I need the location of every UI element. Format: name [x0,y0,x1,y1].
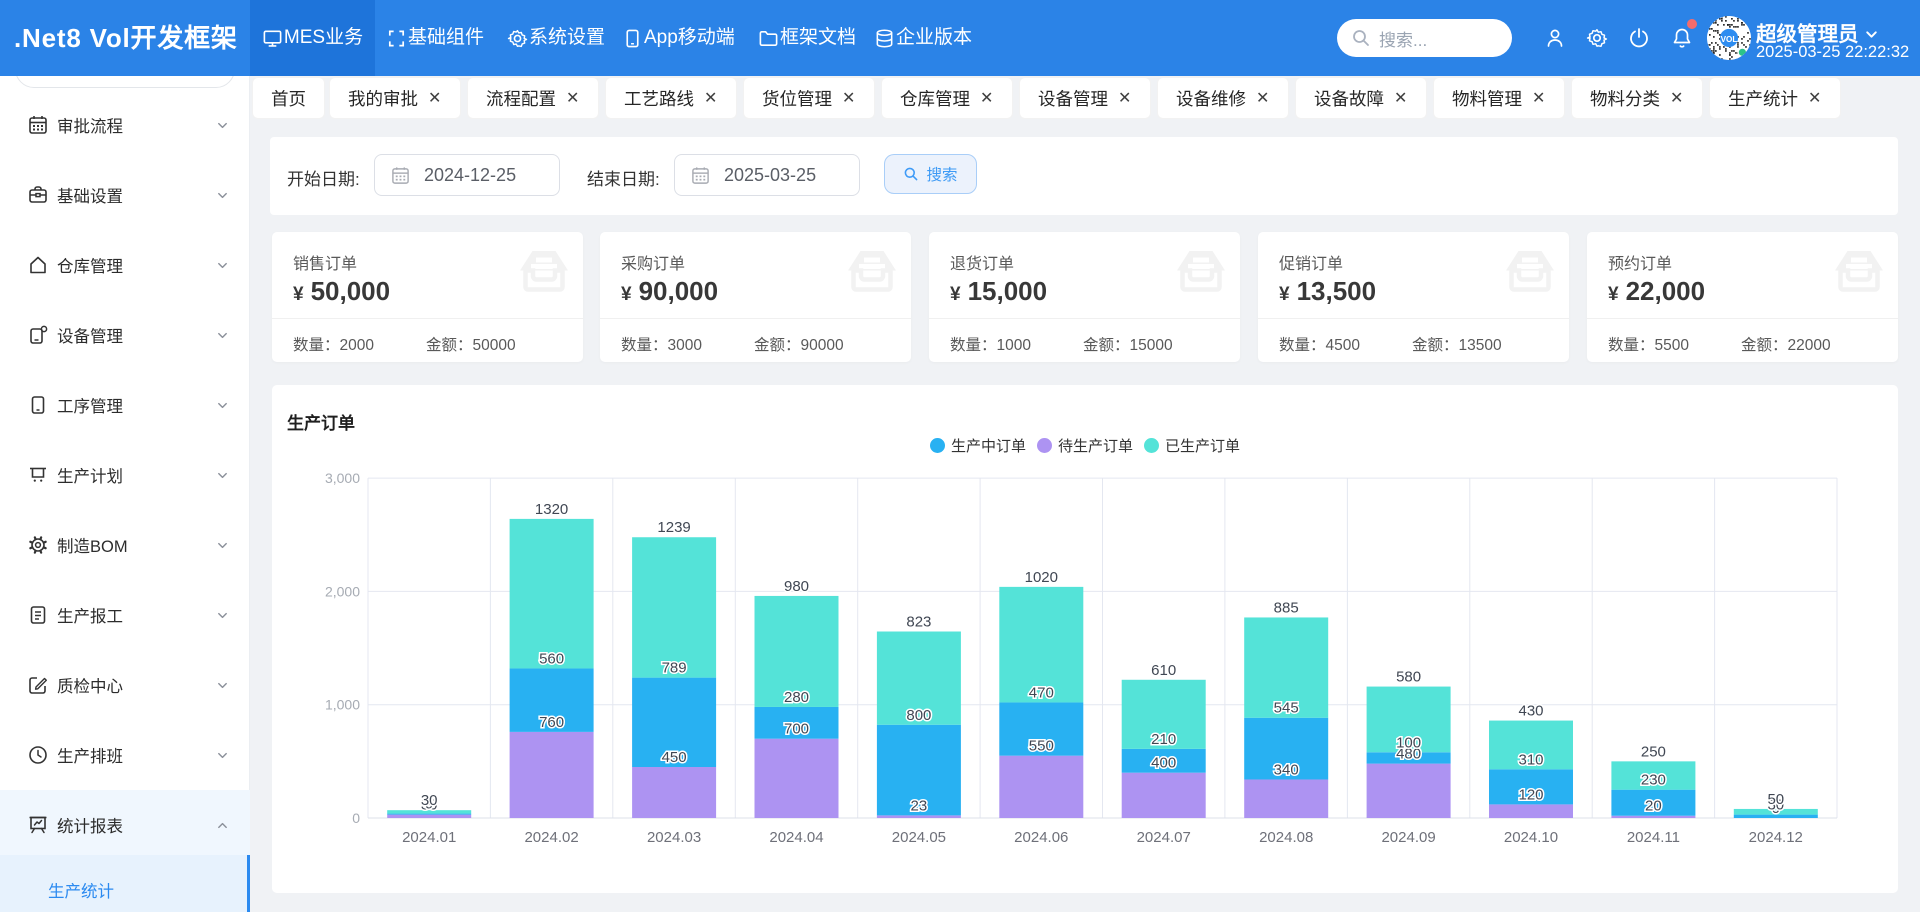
svg-text:2024.02: 2024.02 [524,829,578,846]
svg-text:430: 430 [1518,703,1543,720]
svg-text:310: 310 [1518,751,1543,768]
svg-text:450: 450 [662,749,687,766]
svg-text:280: 280 [784,689,809,706]
svg-text:760: 760 [539,714,564,731]
svg-text:2024.03: 2024.03 [647,829,701,846]
svg-text:470: 470 [1029,684,1054,701]
svg-text:610: 610 [1151,662,1176,679]
svg-text:50: 50 [1767,791,1784,808]
svg-text:2024.01: 2024.01 [402,829,456,846]
svg-text:1320: 1320 [535,501,568,518]
svg-text:980: 980 [784,578,809,595]
svg-text:100: 100 [1396,734,1421,751]
svg-text:2024.11: 2024.11 [1627,829,1680,846]
svg-text:580: 580 [1396,669,1421,686]
svg-text:2024.08: 2024.08 [1259,829,1313,846]
svg-text:1020: 1020 [1025,569,1058,586]
svg-text:250: 250 [1641,743,1666,760]
svg-text:1239: 1239 [657,519,690,536]
svg-text:23: 23 [911,797,928,814]
svg-text:VOL: VOL [1721,35,1738,44]
svg-text:20: 20 [1645,798,1662,815]
svg-text:340: 340 [1274,762,1299,779]
svg-text:1,000: 1,000 [325,697,360,713]
svg-text:700: 700 [784,721,809,738]
svg-text:210: 210 [1151,731,1176,748]
svg-text:0: 0 [352,810,360,826]
svg-text:789: 789 [662,660,687,677]
svg-text:823: 823 [906,614,931,631]
svg-text:885: 885 [1274,600,1299,617]
svg-text:2024.06: 2024.06 [1014,829,1068,846]
svg-text:30: 30 [421,792,438,809]
svg-text:3,000: 3,000 [325,470,360,486]
svg-text:2024.10: 2024.10 [1504,829,1558,846]
svg-text:2024.09: 2024.09 [1381,829,1435,846]
svg-text:545: 545 [1274,700,1299,717]
svg-text:2,000: 2,000 [325,583,360,599]
svg-text:550: 550 [1029,738,1054,755]
svg-text:2024.04: 2024.04 [769,829,823,846]
svg-text:2024.12: 2024.12 [1749,829,1803,846]
svg-text:2024.07: 2024.07 [1137,829,1191,846]
svg-text:400: 400 [1151,755,1176,772]
svg-text:230: 230 [1641,772,1666,789]
svg-text:2024.05: 2024.05 [892,829,946,846]
svg-text:120: 120 [1518,786,1543,803]
svg-text:800: 800 [906,707,931,724]
svg-text:560: 560 [539,650,564,667]
